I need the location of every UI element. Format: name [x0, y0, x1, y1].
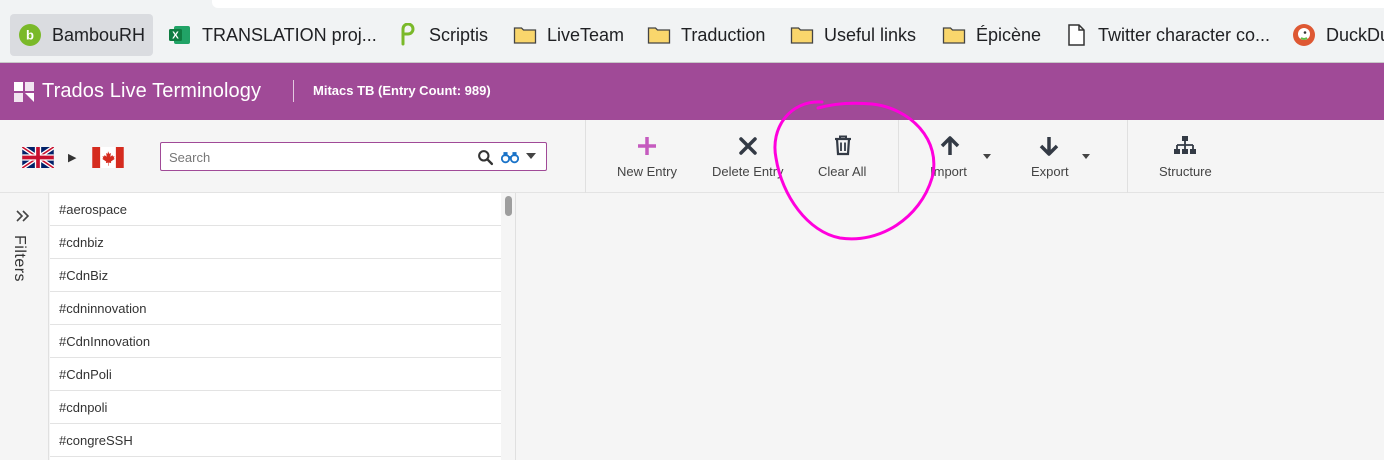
bookmark-traduction[interactable]: Traduction [647, 14, 765, 56]
bookmark-label: Traduction [681, 24, 766, 45]
entry-term: #CdnInnovation [59, 333, 151, 349]
document-icon [1064, 23, 1088, 47]
browser-tab-strip [212, 0, 1384, 8]
list-item[interactable]: #CdnBiz [50, 259, 501, 292]
entry-detail-area [516, 193, 1384, 460]
search-icon[interactable] [477, 149, 494, 166]
search-box [160, 142, 547, 171]
search-input[interactable] [169, 147, 459, 167]
delete-entry-label: Delete Entry [712, 164, 784, 179]
entry-term: #cdninnovation [59, 300, 147, 316]
canada-flag-icon[interactable] [92, 147, 124, 168]
bookmark-translation-project[interactable]: X TRANSLATION proj... [168, 14, 377, 56]
trados-logo-icon [14, 82, 34, 102]
list-item[interactable]: #CdnInnovation [50, 325, 501, 358]
bookmark-label: DuckDu [1326, 24, 1384, 45]
filters-label: Filters [11, 235, 28, 283]
delete-entry-button[interactable]: Delete Entry [710, 120, 786, 193]
structure-label: Structure [1159, 164, 1212, 179]
export-button[interactable]: Export [1025, 120, 1075, 193]
bookmark-label: BambouRH [52, 24, 146, 45]
folder-icon [513, 23, 537, 47]
folder-icon [942, 23, 966, 47]
import-options-chevron-down-icon[interactable] [983, 154, 991, 159]
list-item[interactable]: #CdnPoli [50, 358, 501, 391]
entry-list: #aerospace #cdnbiz #CdnBiz #cdninnovatio… [50, 193, 501, 460]
filters-panel-toggle[interactable]: Filters [0, 193, 49, 460]
scrollbar-thumb[interactable] [505, 196, 512, 216]
entry-list-scrollbar[interactable] [501, 193, 516, 460]
bookmark-twitter-character-counter[interactable]: Twitter character co... [1064, 14, 1270, 56]
import-button[interactable]: Import [925, 120, 975, 193]
arrow-down-icon [1039, 137, 1059, 156]
clear-all-button[interactable]: Clear All [812, 120, 872, 193]
list-item[interactable]: #cdnpoli [50, 391, 501, 424]
bookmark-label: TRANSLATION proj... [202, 24, 377, 45]
bookmark-scriptis[interactable]: Scriptis [395, 14, 488, 56]
fuzzy-search-binoculars-icon[interactable] [501, 149, 519, 165]
app-header: Trados Live Terminology Mitacs TB (Entry… [0, 63, 1384, 120]
bookmark-label: Twitter character co... [1098, 24, 1271, 45]
bookmark-label: Useful links [824, 24, 917, 45]
search-options-chevron-down-icon[interactable] [526, 153, 536, 159]
svg-text:b: b [26, 28, 34, 43]
bookmark-epicene[interactable]: Épicène [942, 14, 1041, 56]
svg-text:X: X [172, 31, 179, 42]
toolbar: ▶ New Entry Delete Entry [0, 120, 1384, 193]
list-item[interactable]: #congreSSH [50, 424, 501, 457]
trash-icon [835, 135, 851, 156]
entry-term: #cdnpoli [59, 399, 108, 415]
app-title: Trados Live Terminology [42, 80, 262, 102]
plus-icon [638, 137, 656, 155]
bookmark-label: LiveTeam [547, 24, 625, 45]
bookmarks-bar: b BambouRH X TRANSLATION proj... Scripti… [0, 0, 1384, 62]
folder-icon [647, 23, 671, 47]
new-entry-button[interactable]: New Entry [612, 120, 682, 193]
toolbar-divider [1127, 120, 1128, 193]
entry-term: #CdnPoli [59, 366, 112, 382]
bookmark-bambourh[interactable]: b BambouRH [10, 14, 154, 56]
bookmark-liveteam[interactable]: LiveTeam [513, 14, 624, 56]
export-options-chevron-down-icon[interactable] [1082, 154, 1090, 159]
duckduckgo-icon [1292, 23, 1316, 47]
list-item[interactable]: #cdnbiz [50, 226, 501, 259]
toolbar-divider [585, 120, 586, 193]
bookmark-label: Épicène [976, 24, 1042, 45]
clear-all-label: Clear All [818, 164, 867, 179]
new-entry-label: New Entry [617, 164, 677, 179]
bamboo-icon: b [18, 23, 42, 47]
entry-term: #CdnBiz [59, 267, 109, 283]
close-icon [739, 137, 757, 155]
entry-term: #congreSSH [59, 432, 133, 448]
toolbar-divider [898, 120, 899, 193]
termbase-info: Mitacs TB (Entry Count: 989) [313, 83, 491, 98]
structure-button[interactable]: Structure [1155, 120, 1215, 193]
entry-term: #cdnbiz [59, 234, 104, 250]
list-item[interactable]: #cdninnovation [50, 292, 501, 325]
entry-term: #aerospace [59, 201, 127, 217]
export-label: Export [1031, 164, 1069, 179]
bookmark-useful-links[interactable]: Useful links [790, 14, 916, 56]
double-chevron-right-icon[interactable] [14, 209, 30, 223]
scriptis-icon [395, 23, 419, 47]
folder-icon [790, 23, 814, 47]
bookmark-label: Scriptis [429, 24, 489, 45]
hierarchy-icon [1174, 136, 1196, 154]
language-direction-arrow-icon: ▶ [68, 152, 77, 164]
excel-icon: X [168, 23, 192, 47]
uk-flag-icon[interactable] [22, 147, 54, 168]
arrow-up-icon [940, 136, 960, 155]
bookmark-duckduckgo[interactable]: DuckDu [1292, 14, 1384, 56]
header-divider [293, 80, 294, 102]
import-label: Import [930, 164, 967, 179]
list-item[interactable]: #aerospace [50, 193, 501, 226]
